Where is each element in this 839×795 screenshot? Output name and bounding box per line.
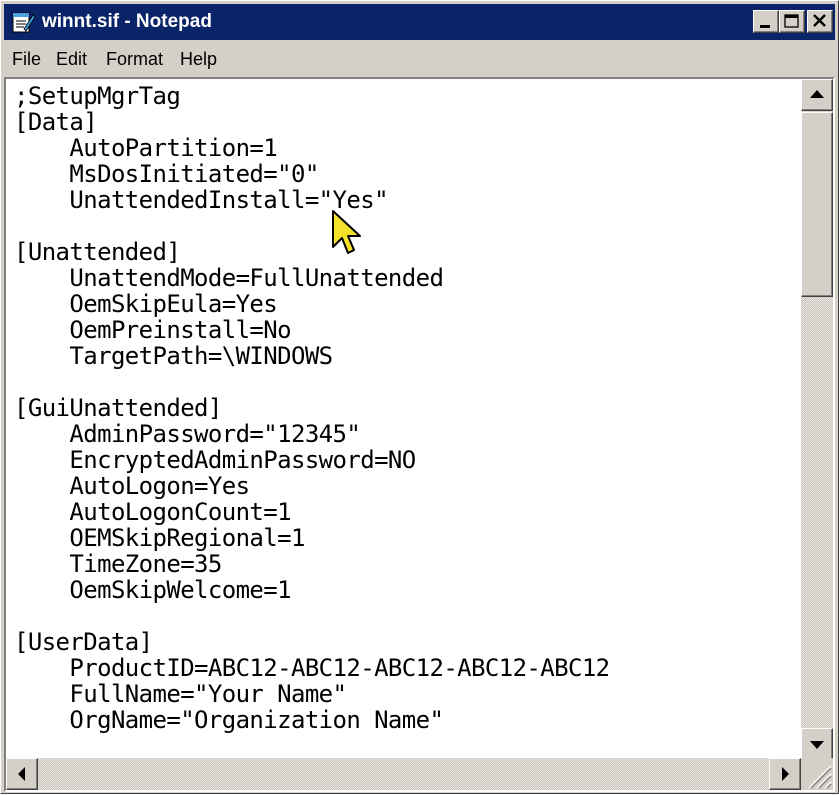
text-line: MsDosInitiated="0" xyxy=(14,160,319,188)
text-line: TargetPath=\WINDOWS xyxy=(14,342,333,370)
text-line: [GuiUnattended] xyxy=(14,394,222,422)
text-line: AutoLogon=Yes xyxy=(14,472,250,500)
text-line: [Data] xyxy=(14,108,98,136)
maximize-button[interactable] xyxy=(779,10,805,33)
scroll-right-button[interactable] xyxy=(769,758,801,790)
resize-grip[interactable] xyxy=(801,758,833,790)
arrow-left-icon xyxy=(18,767,25,781)
text-editor[interactable]: ;SetupMgrTag [Data] AutoPartition=1 MsDo… xyxy=(4,77,835,792)
text-line: AdminPassword="12345" xyxy=(14,420,361,448)
text-line: OEMSkipRegional=1 xyxy=(14,524,305,552)
text-line: EncryptedAdminPassword=NO xyxy=(14,446,416,474)
notepad-icon[interactable] xyxy=(10,9,36,35)
text-content[interactable]: ;SetupMgrTag [Data] AutoPartition=1 MsDo… xyxy=(8,79,803,744)
text-line: [Unattended] xyxy=(14,238,181,266)
text-line: UnattendMode=FullUnattended xyxy=(14,264,444,292)
text-line: OemPreinstall=No xyxy=(14,316,291,344)
close-icon xyxy=(813,14,826,27)
vertical-scroll-thumb[interactable] xyxy=(801,112,833,297)
vertical-scrollbar[interactable] xyxy=(801,79,833,760)
scroll-down-button[interactable] xyxy=(801,728,833,760)
minimize-button[interactable] xyxy=(753,10,779,33)
arrow-right-icon xyxy=(782,767,789,781)
arrow-up-icon xyxy=(810,90,824,98)
text-line: ;SetupMgrTag xyxy=(14,82,181,110)
close-button[interactable] xyxy=(807,10,833,33)
arrow-down-icon xyxy=(810,741,824,749)
menu-format[interactable]: Format xyxy=(106,48,163,70)
resize-grip-icon xyxy=(808,765,832,789)
text-line: AutoPartition=1 xyxy=(14,134,278,162)
menu-bar: File Edit Format Help xyxy=(4,43,835,75)
menu-edit[interactable]: Edit xyxy=(56,48,87,70)
scroll-up-button[interactable] xyxy=(801,79,833,111)
text-line: OemSkipEula=Yes xyxy=(14,290,278,318)
window-title: winnt.sif - Notepad xyxy=(42,11,212,32)
menu-help[interactable]: Help xyxy=(180,48,217,70)
minimize-icon xyxy=(760,25,770,28)
maximize-icon xyxy=(784,14,799,28)
menu-file[interactable]: File xyxy=(12,48,41,70)
mouse-cursor-icon xyxy=(332,210,361,254)
horizontal-scrollbar[interactable] xyxy=(6,758,801,790)
text-line: FullName="Your Name" xyxy=(14,680,347,708)
text-line: AutoLogonCount=1 xyxy=(14,498,291,526)
title-bar[interactable]: winnt.sif - Notepad xyxy=(4,4,835,40)
text-line: ProductID=ABC12-ABC12-ABC12-ABC12-ABC12 xyxy=(14,654,610,682)
scroll-left-button[interactable] xyxy=(6,758,38,790)
text-line: TimeZone=35 xyxy=(14,550,222,578)
text-line: [UserData] xyxy=(14,628,153,656)
text-line: OemSkipWelcome=1 xyxy=(14,576,291,604)
text-line: OrgName="Organization Name" xyxy=(14,706,444,734)
notepad-window: winnt.sif - Notepad File Edit Format Hel… xyxy=(0,0,839,794)
